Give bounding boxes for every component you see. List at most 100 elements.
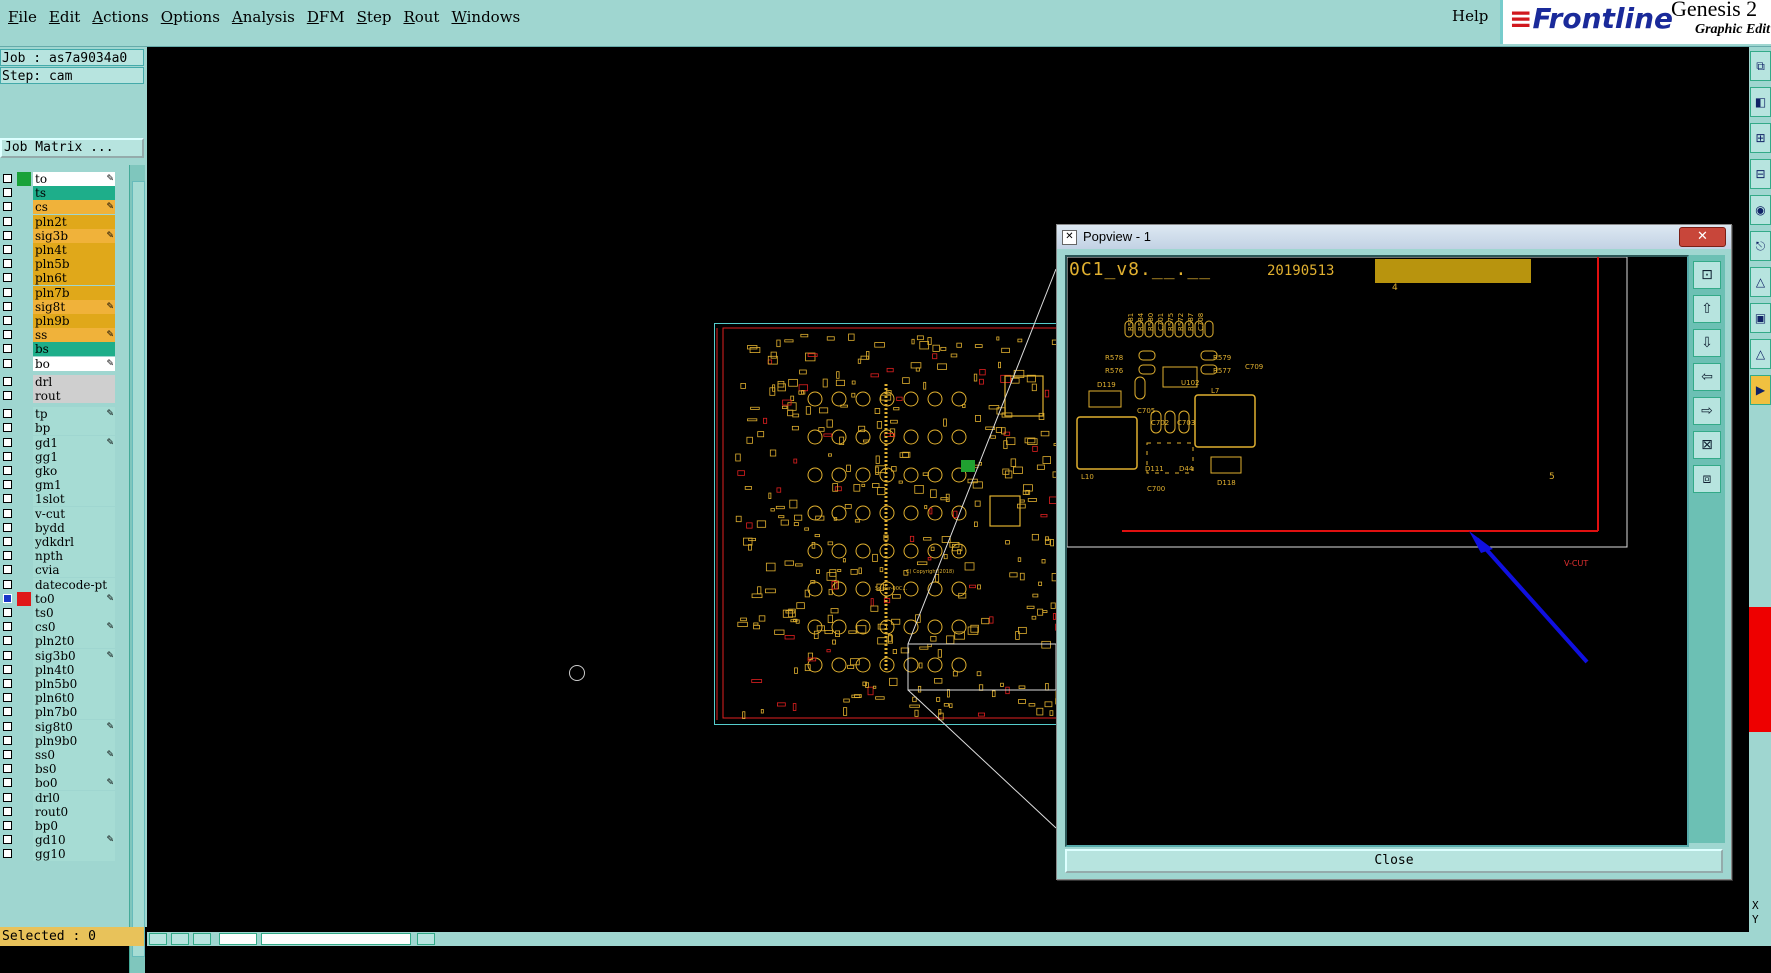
layer-checkbox[interactable] [3,849,12,859]
tool-icon-10[interactable]: ▶ [1750,375,1771,405]
layer-name[interactable]: ts0 [33,606,115,620]
layer-checkbox[interactable] [3,391,12,400]
layer-checkbox[interactable] [3,202,12,212]
layer-row[interactable]: ss ✎ [0,328,118,343]
layer-checkbox[interactable] [3,330,12,340]
layer-row[interactable]: pln2t0 [0,634,118,649]
layer-row[interactable]: bp0 [0,819,118,833]
layer-row[interactable]: to ✎ [0,172,118,186]
layer-name[interactable]: ss0 [33,748,115,762]
layer-checkbox[interactable] [3,608,12,617]
layer-name[interactable]: bo [33,356,115,371]
tool-icon-8[interactable]: ▣ [1750,303,1771,333]
layer-name[interactable]: 1slot [33,492,115,507]
layer-name[interactable]: bp [33,421,115,436]
tool-icon-2[interactable]: ◧ [1750,87,1771,117]
layer-name[interactable]: pln9b [33,314,115,328]
layer-name[interactable]: to [33,172,115,186]
layer-name[interactable]: rout0 [33,804,115,819]
bottom-field-1[interactable] [219,933,257,945]
layer-name[interactable]: bs0 [33,762,115,777]
layer-checkbox[interactable] [3,721,12,731]
layer-checkbox[interactable] [3,764,12,774]
layer-name[interactable]: datecode-pt [33,577,115,592]
layer-checkbox[interactable] [3,316,12,325]
layer-row[interactable]: gg10 [0,847,118,862]
pan-down-icon[interactable]: ⇩ [1693,329,1721,357]
layer-name[interactable]: bs [33,342,115,357]
menu-edit[interactable]: Edit [49,8,80,26]
layer-row[interactable]: pln7b0 [0,705,118,720]
layer-checkbox[interactable] [3,565,12,575]
layer-row[interactable]: gd10 ✎ [0,833,118,848]
layer-name[interactable]: pln9b0 [33,733,115,748]
layer-scrollbar[interactable] [129,165,145,973]
layer-row[interactable]: ss0 ✎ [0,748,118,762]
menu-rout[interactable]: Rout [403,8,439,26]
popview-canvas[interactable]: 0C1_v8.__.__ 20190513 4 5 V-CUT R581 R584… [1065,255,1689,847]
layer-row[interactable]: gd1 ✎ [0,435,118,450]
bottom-tool-3[interactable] [193,933,211,945]
layer-row[interactable]: rout0 [0,804,118,819]
layer-name[interactable]: sig3b0 [33,648,115,663]
layer-checkbox[interactable] [3,188,12,198]
layer-checkbox[interactable] [3,301,12,311]
menu-step[interactable]: Step [357,8,392,26]
layer-name[interactable]: pln5b [33,257,115,272]
layer-row[interactable]: gg1 [0,449,118,464]
layer-checkbox[interactable] [3,622,12,632]
layer-checkbox[interactable] [3,409,12,419]
layer-checkbox[interactable] [3,707,12,717]
layer-row[interactable]: pln5b [0,257,118,272]
layer-checkbox[interactable] [3,679,12,688]
layer-row[interactable]: sig8t ✎ [0,299,118,314]
zoom-out-icon[interactable]: ⧈ [1693,465,1721,493]
layer-name[interactable]: sig3b [33,228,115,243]
pan-up-icon[interactable]: ⇧ [1693,295,1721,323]
layer-name[interactable]: cs [33,200,115,215]
layer-name[interactable]: npth [33,549,115,564]
layer-row[interactable]: drl [0,374,118,389]
layer-row[interactable]: cs ✎ [0,200,118,215]
menu-help[interactable]: Help [1452,7,1488,25]
menu-file[interactable]: File [8,8,37,26]
layer-row[interactable]: v-cut [0,506,118,521]
layer-name[interactable]: pln7b [33,285,115,300]
layer-name[interactable]: v-cut [33,506,115,521]
layer-row[interactable]: pln4t [0,243,118,257]
layer-name[interactable]: pln4t0 [33,662,115,677]
menu-dfm[interactable]: DFM [307,8,345,26]
layer-name[interactable]: sig8t [33,299,115,314]
layer-checkbox[interactable] [3,650,12,660]
layer-checkbox[interactable] [3,216,12,226]
layer-row[interactable]: ts [0,186,118,201]
layer-name[interactable]: gg10 [33,847,115,862]
layer-row[interactable]: cvia [0,563,118,578]
layer-row[interactable]: cs0 ✎ [0,620,118,635]
layer-row[interactable]: sig3b ✎ [0,228,118,243]
layer-checkbox[interactable] [3,174,12,183]
layer-checkbox[interactable] [3,693,12,703]
layer-name[interactable]: gd1 [33,435,115,450]
layer-name[interactable]: pln6t [33,271,115,286]
layer-checkbox[interactable] [3,344,12,354]
layer-checkbox[interactable] [3,537,12,546]
layer-checkbox[interactable] [3,451,12,461]
layer-checkbox[interactable] [3,579,12,589]
layer-name[interactable]: tp [33,407,115,422]
layer-name[interactable]: ts [33,186,115,201]
layer-name[interactable]: pln7b0 [33,705,115,720]
layer-checkbox[interactable] [3,423,12,433]
layer-row[interactable]: gm1 [0,478,118,493]
layer-checkbox[interactable] [3,494,12,504]
layer-checkbox[interactable] [3,806,12,816]
layer-name[interactable]: gko [33,464,115,478]
menu-options[interactable]: Options [161,8,220,26]
tool-icon-9[interactable]: △ [1750,339,1771,369]
bottom-tool-4[interactable] [417,933,435,945]
layer-name[interactable]: ydkdrl [33,535,115,549]
tool-icon-3[interactable]: ⊞ [1750,123,1771,153]
layer-checkbox[interactable] [3,358,12,368]
layer-row[interactable]: bs0 [0,762,118,777]
bottom-field-2[interactable] [261,933,411,945]
